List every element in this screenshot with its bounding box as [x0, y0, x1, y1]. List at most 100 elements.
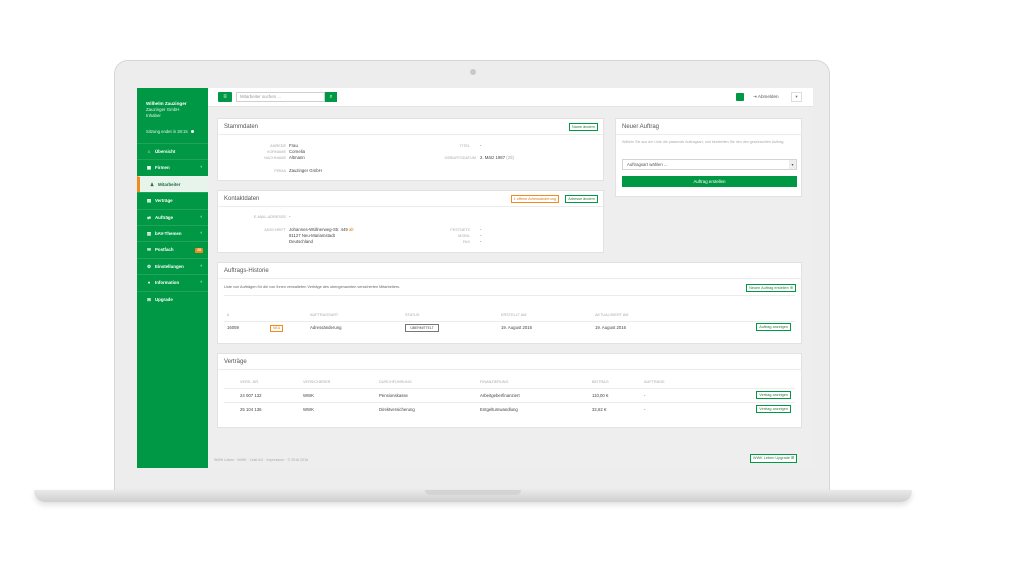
sidebar-item-postfach[interactable]: ✉ Postfach 28 — [137, 241, 208, 257]
auftrags-historie-panel: Auftrags-Historie Liste von Aufträgen fü… — [217, 262, 802, 344]
email-value: - — [289, 214, 291, 219]
divider — [224, 321, 795, 322]
chevron-left-icon: ‹ — [200, 165, 202, 171]
sidebar-item-uebersicht[interactable]: ⌂ Übersicht — [137, 143, 208, 159]
kontaktdaten-title: Kontaktdaten — [224, 196, 260, 202]
new-badge: NEU — [270, 325, 284, 332]
stammdaten-panel: Stammdaten Name ändern ANREDE Frau VORNA… — [217, 118, 604, 181]
logout-label: Abmelden — [757, 94, 779, 99]
city-value: 81127 Neu-Mariamstadt — [289, 233, 335, 238]
new-auftrag-button[interactable]: Neuen Auftrag erstellen ⊕ — [746, 284, 796, 292]
beitrag-value: 110,00 € — [592, 393, 609, 398]
auftraege-value: - — [644, 393, 646, 398]
book-icon: ▥ — [146, 230, 152, 236]
laptop-mockup: Wilhelm Zauzinger Zauzinger GmbH Inhaber… — [0, 0, 1024, 576]
col-header-erstellt: ERSTELLT AM — [501, 313, 527, 317]
edit-name-button[interactable]: Name ändern — [568, 123, 598, 131]
user-menu-toggle[interactable]: ▾ — [791, 92, 802, 102]
sidebar-item-label: Aufträge — [155, 214, 174, 220]
hamburger-icon: ≡ — [223, 94, 227, 100]
edit-address-button[interactable]: Adresse ändern — [565, 195, 598, 203]
sidebar: Wilhelm Zauzinger Zauzinger GmbH Inhaber… — [137, 88, 208, 468]
auftragsart-select[interactable]: Auftragsart wählen ... ▾ — [622, 159, 797, 170]
sidebar-item-information[interactable]: ● Information ‹ — [137, 274, 208, 290]
sidebar-item-label: bAV-Themen — [155, 230, 182, 236]
user-role: Inhaber — [146, 113, 161, 118]
festnetz-value: - — [480, 227, 482, 232]
users-icon: ♟ — [149, 181, 155, 187]
sidebar-item-label: Postfach — [155, 247, 174, 253]
sidebar-item-vertraege[interactable]: ▤ Verträge — [137, 192, 208, 208]
sidebar-item-bav-themen[interactable]: ▥ bAV-Themen ‹ — [137, 224, 208, 241]
sidebar-nav: ⌂ Übersicht ▦ Firmen ‹ ♟ Mitarbeiter ▤ Verträ… — [137, 143, 208, 307]
divider — [224, 295, 795, 296]
col-header-auftragsart: AUFTRAGSART — [310, 313, 339, 317]
nachname-value: Altmann — [289, 155, 305, 160]
menu-toggle-button[interactable]: ≡ — [218, 92, 232, 102]
search-icon: ⌕ — [329, 94, 333, 100]
panel-title: Stammdaten Name ändern — [218, 119, 603, 135]
sidebar-item-label: Information — [155, 280, 180, 286]
mobil-value: - — [480, 233, 482, 238]
pending-address-button[interactable]: 1 offene Adressänderung — [510, 195, 559, 203]
topbar: ≡ Mitarbeiter suchen ... ⌕ ⇥ Abmelden ▾ — [208, 88, 813, 107]
geburtsdatum-age: (29) — [506, 155, 514, 160]
kontaktdaten-panel: Kontaktdaten 1 offene Adressänderung Adr… — [217, 190, 604, 253]
auftrag-erstellen-button[interactable]: Auftrag erstellen — [622, 176, 797, 187]
sidebar-item-upgrade[interactable]: ⊞ Upgrade — [137, 290, 208, 307]
col-header-versnr: VERS.-NR. — [240, 380, 260, 384]
info-icon: ● — [147, 280, 151, 286]
notification-icon[interactable] — [736, 93, 744, 101]
firma-label: FIRMA — [274, 169, 286, 173]
vertrag-nr-link[interactable]: 25 104 136 — [240, 407, 262, 412]
new-auftrag-label: Neuen Auftrag erstellen — [749, 286, 789, 290]
col-header-finanzierung: FINANZIERUNG — [480, 380, 509, 384]
auftrag-type-link[interactable]: Adressänderung — [310, 325, 342, 330]
chevron-down-icon: ▾ — [789, 160, 796, 169]
erstellt-value: 19. August 2016 — [501, 325, 533, 330]
titel-label: TITEL — [459, 144, 470, 148]
divider — [224, 388, 795, 389]
building-icon: ▦ — [146, 165, 152, 171]
col-header-aktualisiert: AKTUALISIERT AM — [595, 313, 629, 317]
app-screen: Wilhelm Zauzinger Zauzinger GmbH Inhaber… — [137, 88, 813, 468]
col-header-id: # — [227, 313, 230, 317]
anschrift-label: ANSCHRIFT — [264, 228, 286, 232]
sidebar-item-einstellungen[interactable]: ⚙ Einstellungen ‹ — [137, 257, 208, 274]
versicherer-value: WWK — [303, 393, 314, 398]
sidebar-item-auftraege[interactable]: ⇄ Aufträge ‹ — [137, 208, 208, 225]
titel-value: - — [480, 143, 482, 148]
session-text: Sitzung endet in 28:15 — [146, 129, 188, 134]
col-header-durchfuehrung: DURCHFÜHRUNG — [379, 380, 412, 384]
panel-title: Kontaktdaten 1 offene Adressänderung Adr… — [218, 191, 603, 207]
festnetz-label: FESTNETZ — [450, 228, 470, 232]
vertrag-nr-link[interactable]: 24 007 132 — [240, 393, 262, 398]
durchfuehrung-value: Direktversicherung — [379, 407, 415, 412]
vertrag-anzeigen-button[interactable]: Vertrag anzeigen — [756, 391, 791, 399]
auftrag-anzeigen-button[interactable]: Auftrag anzeigen — [756, 323, 791, 331]
vertrag-anzeigen-button[interactable]: Vertrag anzeigen — [756, 405, 791, 413]
panel-title: Auftrags-Historie — [218, 263, 801, 279]
settings-icon: ⚙ — [146, 263, 152, 269]
laptop-notch — [425, 490, 521, 495]
geburtsdatum-date: 2. März 1987 — [480, 155, 506, 160]
sidebar-item-label: Mitarbeiter — [158, 181, 181, 187]
upgrade-footer-button[interactable]: WWK Leben Upgrade ⊞ — [750, 454, 798, 463]
logout-button[interactable]: ⇥ Abmelden — [753, 92, 779, 102]
versicherer-value: WWK — [303, 407, 314, 412]
street-value: Johannes-Wüllnerweg-Str. 449 alt — [289, 227, 354, 232]
sidebar-item-mitarbeiter[interactable]: ♟ Mitarbeiter — [137, 175, 208, 193]
search-input[interactable]: Mitarbeiter suchen ... — [236, 92, 325, 102]
chevron-left-icon: ‹ — [200, 263, 202, 269]
country-value: Deutschland — [289, 239, 313, 244]
divider — [224, 402, 795, 403]
mail-icon: ✉ — [147, 247, 151, 253]
upgrade-icon: ⊞ — [791, 456, 795, 460]
col-header-versicherer: VERSICHERER — [303, 380, 331, 384]
search-button[interactable]: ⌕ — [325, 92, 337, 102]
sidebar-item-label: Upgrade — [155, 296, 173, 302]
upgrade-icon: ⊞ — [147, 296, 151, 302]
panel-title: Neuer Auftrag — [616, 119, 801, 135]
sidebar-item-firmen[interactable]: ▦ Firmen ‹ — [137, 159, 208, 175]
auftraege-value: - — [644, 407, 646, 412]
